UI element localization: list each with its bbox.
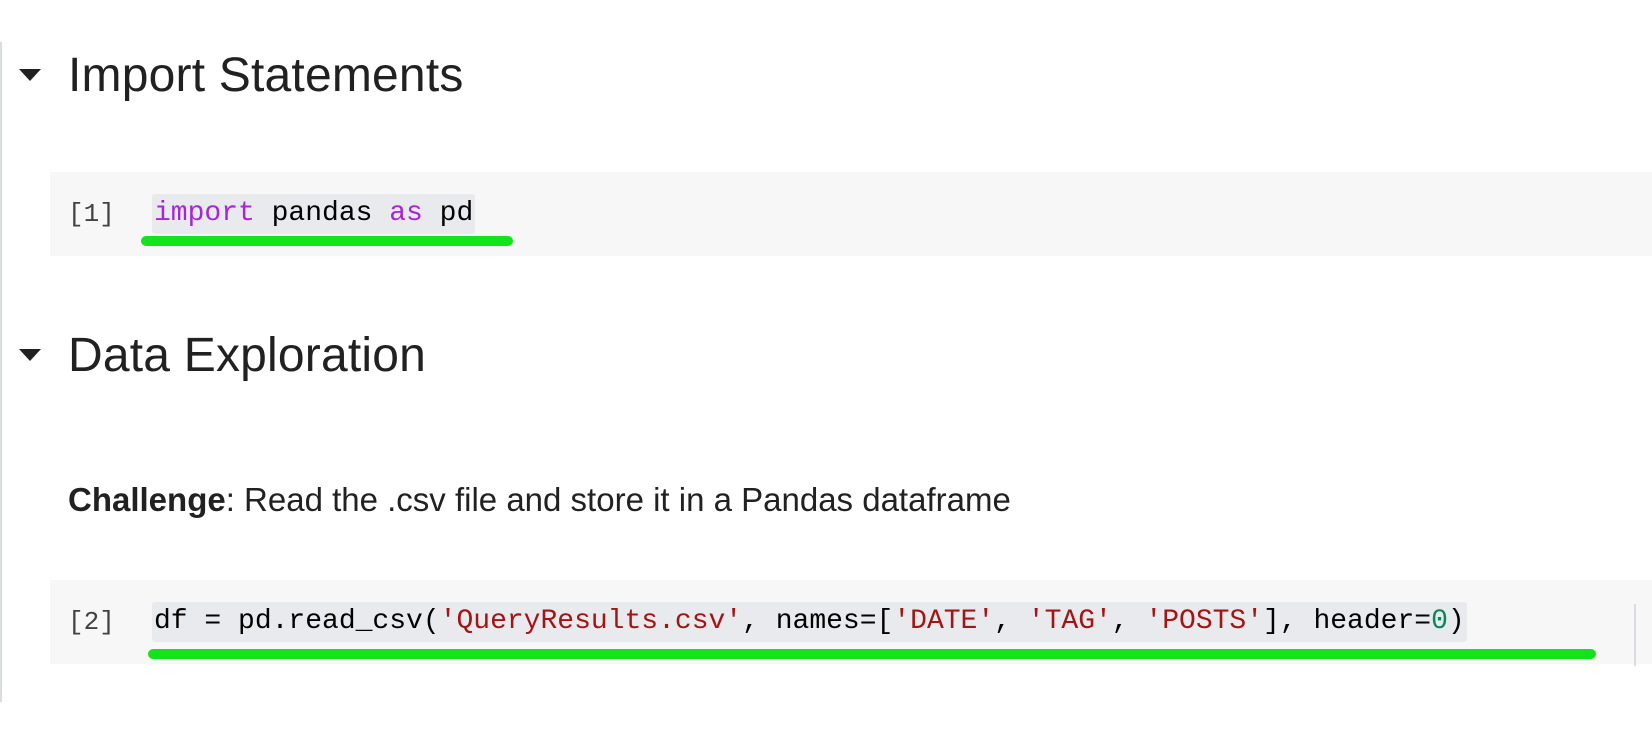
keyword-token: import — [154, 198, 255, 229]
execution-count: [2] — [68, 607, 115, 637]
string-token: 'DATE' — [893, 606, 995, 637]
challenge-label: Challenge — [68, 481, 226, 518]
string-token: 'QueryResults.csv' — [439, 606, 743, 637]
section-title: Import Statements — [68, 48, 464, 102]
highlight-underline — [148, 649, 1596, 659]
number-token: 0 — [1431, 606, 1448, 637]
code-token: , — [1111, 606, 1146, 637]
highlight-underline — [141, 236, 513, 246]
identifier-token: pandas — [254, 198, 390, 229]
challenge-text: : Read the .csv file and store it in a P… — [225, 481, 1011, 518]
code-line[interactable]: import pandas as pd — [152, 194, 476, 234]
string-token: 'POSTS' — [1145, 606, 1264, 637]
section-header-data-exploration: Data Exploration — [0, 325, 426, 385]
keyword-token: as — [389, 198, 423, 229]
caret-down-icon[interactable] — [0, 45, 60, 105]
caret-down-icon[interactable] — [0, 325, 60, 385]
code-token: ) — [1447, 606, 1465, 637]
section-header-import-statements: Import Statements — [0, 45, 464, 105]
markdown-cell-challenge[interactable]: Challenge: Read the .csv file and store … — [68, 478, 1011, 522]
notebook: Import Statements [1] import pandas as p… — [0, 0, 1652, 744]
code-token: , — [994, 606, 1028, 637]
code-token: ], header= — [1263, 606, 1432, 637]
cell-scrollbar[interactable] — [1634, 604, 1636, 666]
string-token: 'TAG' — [1027, 606, 1112, 637]
section-title: Data Exploration — [68, 328, 427, 382]
identifier-token: pd — [422, 198, 474, 229]
code-token: df = pd.read_csv( — [154, 606, 440, 637]
code-line[interactable]: df = pd.read_csv('QueryResults.csv', nam… — [152, 602, 1467, 642]
execution-count: [1] — [68, 199, 115, 229]
code-token: , names=[ — [742, 606, 894, 637]
